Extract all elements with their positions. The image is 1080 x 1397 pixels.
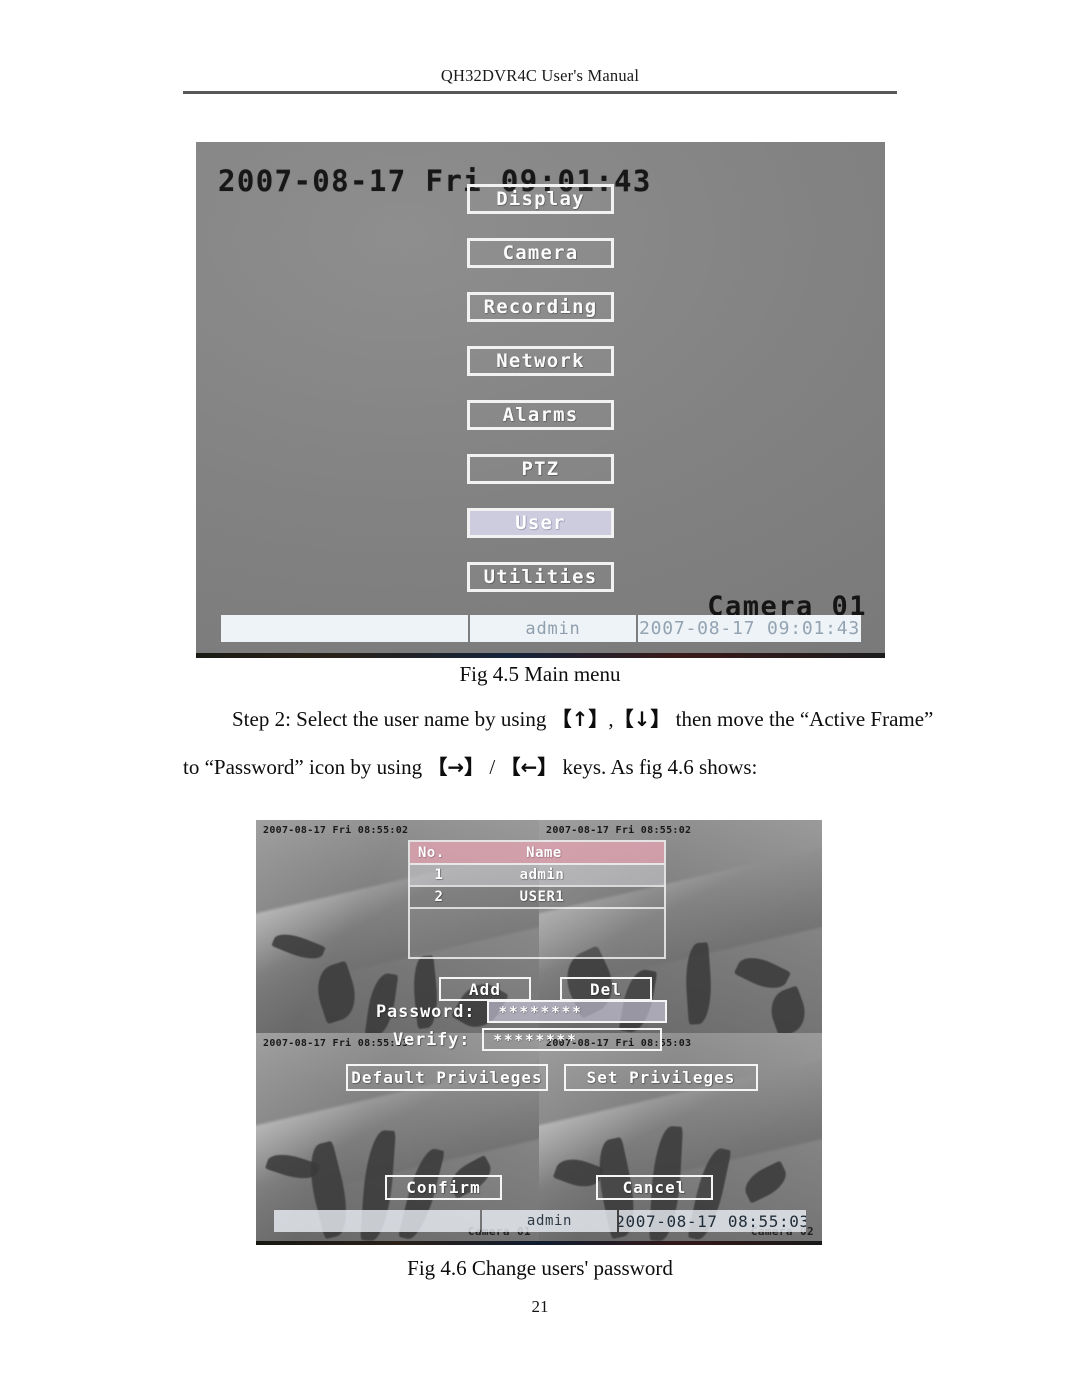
key-up-arrow-icon: 【↑】 [551,707,609,731]
body-line-1-part-a: Step 2: Select the user name by using [232,707,547,731]
status-bar-empty-cell [274,1210,480,1232]
cancel-button[interactable]: Cancel [596,1175,713,1200]
key-left-arrow-icon: 【←】 [500,755,558,779]
menu-item-camera[interactable]: Camera [467,238,614,268]
verify-label: Verify: [393,1029,471,1050]
menu-item-display[interactable]: Display [467,184,614,214]
figure-4-5-caption: Fig 4.5 Main menu [459,662,621,686]
row-no: 2 [434,889,444,905]
table-row[interactable]: 1 admin [410,863,664,885]
row-no: 1 [434,867,444,883]
user-list-table[interactable]: No. Name 1 admin 2 USER1 [408,840,666,959]
status-bar-user: admin [470,615,636,642]
dvr-user-password-screen: 2007-08-17 Fri 08:55:02 2007-08-17 Fri 0… [256,820,822,1245]
status-bar: admin 2007-08-17 09:01:43 [221,615,861,642]
key-right-arrow-icon: 【→】 [427,755,485,779]
menu-item-ptz[interactable]: PTZ [467,454,614,484]
password-label: Password: [376,1001,476,1022]
page-header: QH32DVR4C User's Manual [183,66,897,94]
body-text-line-2: to “Password” icon by using 【→】 / 【←】 ke… [183,751,757,780]
body-line-2-separator: / [489,755,496,779]
status-bar-user: admin [482,1210,617,1232]
dvr-main-menu-screen: 2007-08-17 Fri 09:01:43 Display Camera R… [196,142,885,658]
password-field-row: Password: ******** [376,1000,668,1023]
table-row-empty[interactable] [410,907,664,957]
key-down-arrow-icon: 【↓】 [613,707,671,731]
figure-4-6-change-password: 2007-08-17 Fri 08:55:02 2007-08-17 Fri 0… [256,820,822,1245]
verify-field-row: Verify: ******** [393,1028,663,1051]
menu-item-alarms[interactable]: Alarms [467,400,614,430]
status-bar-datetime: 2007-08-17 08:55:03 [619,1210,806,1232]
user-password-dialog: No. Name 1 admin 2 USER1 Add Del Passwor… [256,820,822,1245]
body-line-1-part-b: then move the “Active Frame” [675,707,934,731]
body-line-2-part-b: keys. As fig 4.6 shows: [562,755,758,779]
verify-input[interactable]: ******** [482,1028,663,1051]
status-bar-datetime: 2007-08-17 09:01:43 [638,615,861,642]
confirm-button[interactable]: Confirm [385,1175,502,1200]
page-header-title: QH32DVR4C User's Manual [440,66,640,85]
add-user-button[interactable]: Add [439,977,531,1001]
figure-4-5-main-menu: 2007-08-17 Fri 09:01:43 Display Camera R… [196,142,885,658]
header-divider [183,91,897,94]
body-text-line-1: Step 2: Select the user name by using 【↑… [232,703,933,732]
row-name: admin [519,867,565,883]
menu-item-utilities[interactable]: Utilities [467,562,614,592]
body-line-2-part-a: to “Password” icon by using [183,755,423,779]
column-header-no: No. [418,844,445,861]
status-bar: admin 2007-08-17 08:55:03 [274,1210,806,1232]
row-name: USER1 [519,889,565,905]
figure-4-6-caption: Fig 4.6 Change users' password [407,1256,673,1280]
delete-user-button[interactable]: Del [560,977,652,1001]
table-row[interactable]: 2 USER1 [410,885,664,907]
status-bar-empty-cell [221,615,468,642]
user-table-header: No. Name [410,842,664,863]
menu-item-user[interactable]: User [467,508,614,538]
password-input[interactable]: ******** [487,1000,668,1023]
page-number: 21 [531,1297,549,1316]
default-privileges-button[interactable]: Default Privileges [346,1064,548,1091]
main-menu-list: Display Camera Recording Network Alarms … [196,184,885,616]
menu-item-recording[interactable]: Recording [467,292,614,322]
set-privileges-button[interactable]: Set Privileges [564,1064,758,1091]
menu-item-network[interactable]: Network [467,346,614,376]
column-header-name: Name [526,844,562,861]
